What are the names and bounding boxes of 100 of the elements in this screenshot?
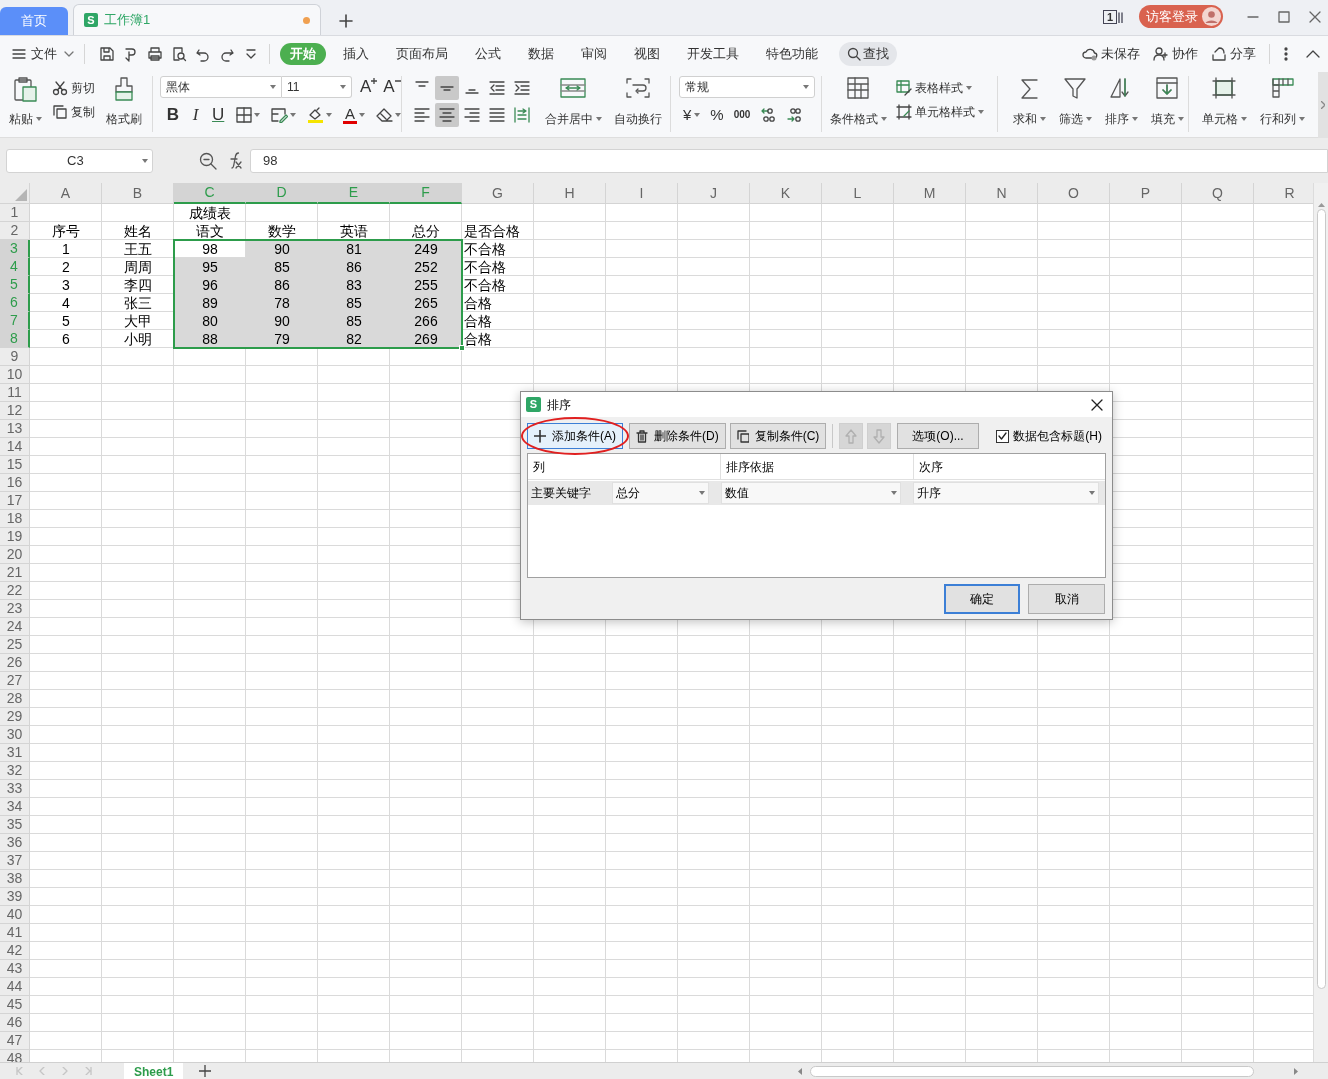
checkbox[interactable] (996, 429, 1010, 443)
dropdown-field[interactable]: 升序 (913, 482, 1099, 504)
cell-style-button[interactable]: 单元格样式 (896, 100, 984, 124)
row-header[interactable]: 2 (0, 222, 30, 240)
dropdown-field[interactable]: 总分 (612, 482, 709, 504)
more-options-icon[interactable] (1284, 47, 1288, 61)
column-header[interactable]: R (1254, 183, 1313, 204)
column-header[interactable]: L (822, 183, 894, 204)
row-header[interactable]: 25 (0, 636, 30, 654)
ribbon-tab[interactable]: 开始 (280, 43, 326, 65)
increase-font-button[interactable]: A (360, 78, 378, 96)
eraser-icon[interactable] (376, 107, 393, 123)
print-preview-icon[interactable] (171, 46, 187, 62)
row-header[interactable]: 16 (0, 474, 30, 492)
row-header[interactable]: 37 (0, 852, 30, 870)
cancel-button[interactable]: 取消 (1028, 584, 1105, 614)
row-header[interactable]: 10 (0, 366, 30, 384)
close-icon[interactable] (1091, 398, 1103, 411)
table-style-button[interactable]: 表格样式 (896, 76, 984, 100)
row-header[interactable]: 12 (0, 402, 30, 420)
dialog-tool-button[interactable]: 添加条件(A) (527, 423, 623, 449)
column-header[interactable]: B (102, 183, 174, 204)
decrease-font-button[interactable]: A (383, 78, 401, 96)
save-icon[interactable] (99, 46, 115, 62)
cells-button[interactable]: 单元格 (1201, 76, 1247, 128)
row-header[interactable]: 42 (0, 942, 30, 960)
horizontal-align-icon[interactable] (435, 103, 459, 127)
row-header[interactable]: 35 (0, 816, 30, 834)
conditional-format-button[interactable]: 条件格式 (830, 76, 886, 128)
dialog-tool-button[interactable]: 删除条件(D) (629, 423, 726, 449)
row-header[interactable]: 9 (0, 348, 30, 366)
row-header[interactable]: 29 (0, 708, 30, 726)
column-header[interactable]: Q (1182, 183, 1254, 204)
row-header[interactable]: 44 (0, 978, 30, 996)
dropdown-field[interactable]: 数值 (721, 482, 901, 504)
ribbon-tab[interactable]: 审阅 (571, 43, 617, 65)
row-header[interactable]: 32 (0, 762, 30, 780)
column-header[interactable]: K (750, 183, 822, 204)
window-count[interactable]: 1 (1102, 9, 1117, 24)
formula-field[interactable]: 98 (250, 149, 1328, 173)
currency-button[interactable]: ¥ (683, 103, 692, 127)
column-header[interactable]: G (462, 183, 534, 204)
font-size-field[interactable]: 11 (282, 76, 352, 98)
row-header[interactable]: 46 (0, 1014, 30, 1032)
sheet-tab[interactable]: Sheet1 (124, 1062, 184, 1079)
editing-button[interactable]: 筛选 (1058, 76, 1092, 128)
print-icon[interactable] (147, 46, 163, 62)
ribbon-tab[interactable]: 开发工具 (677, 43, 749, 65)
cell-style-icon[interactable] (271, 107, 288, 123)
ribbon-tab[interactable]: 特色功能 (756, 43, 828, 65)
zoom-icon[interactable] (199, 152, 217, 170)
maximize-icon[interactable] (1278, 10, 1290, 23)
italic-button[interactable]: I (190, 102, 201, 128)
row-header[interactable]: 33 (0, 780, 30, 798)
decrease-decimal-icon[interactable] (786, 107, 803, 123)
document-tab[interactable]: S 工作簿1 (73, 4, 321, 35)
font-color-button[interactable]: A (343, 106, 357, 124)
number-format-field[interactable]: 常规 (679, 76, 815, 98)
column-header[interactable]: N (966, 183, 1038, 204)
row-header[interactable]: 21 (0, 564, 30, 582)
row-header[interactable]: 34 (0, 798, 30, 816)
ribbon-tab[interactable]: 插入 (333, 43, 379, 65)
editing-button[interactable]: 填充 (1150, 76, 1184, 128)
row-header[interactable]: 14 (0, 438, 30, 456)
login-button[interactable]: 访客登录 (1139, 5, 1223, 28)
row-header[interactable]: 45 (0, 996, 30, 1014)
row-header[interactable]: 11 (0, 384, 30, 402)
vertical-align-icon[interactable] (435, 76, 459, 100)
vertical-scrollbar-thumb[interactable] (1316, 209, 1326, 989)
row-header[interactable]: 17 (0, 492, 30, 510)
editing-button[interactable]: 排序 (1104, 76, 1138, 128)
file-menu[interactable]: 文件 (12, 41, 74, 67)
column-header[interactable]: J (678, 183, 750, 204)
toolbar-action[interactable]: 协作 (1153, 44, 1198, 64)
ribbon-tab[interactable]: 视图 (624, 43, 670, 65)
merge-center-button[interactable]: 合并居中 (544, 76, 602, 128)
fill-handle[interactable] (459, 345, 465, 351)
search-button[interactable]: 查找 (839, 42, 897, 66)
bold-button[interactable]: B (166, 102, 180, 128)
dialog-tool-button[interactable]: 选项(O)... (897, 423, 979, 449)
column-header[interactable]: H (534, 183, 606, 204)
row-header[interactable]: 15 (0, 456, 30, 474)
format-painter-button[interactable]: 格式刷 (105, 76, 143, 128)
column-header[interactable]: P (1110, 183, 1182, 204)
new-tab-icon[interactable] (339, 14, 353, 28)
row-header[interactable]: 23 (0, 600, 30, 618)
add-sheet-icon[interactable] (199, 1065, 212, 1077)
underline-button[interactable]: U (211, 102, 225, 128)
row-header[interactable]: 47 (0, 1032, 30, 1050)
borders-icon[interactable] (236, 107, 252, 123)
percent-button[interactable]: % (710, 103, 724, 127)
row-header[interactable]: 1 (0, 204, 30, 222)
cells-button[interactable]: 行和列 (1259, 76, 1305, 128)
scroll-left-icon[interactable] (798, 1067, 802, 1075)
ok-button[interactable]: 确定 (944, 584, 1020, 614)
ribbon-tab[interactable]: 数据 (518, 43, 564, 65)
row-header[interactable]: 22 (0, 582, 30, 600)
scroll-up-icon[interactable] (1317, 203, 1325, 207)
column-header[interactable]: A (30, 183, 102, 204)
column-header[interactable]: I (606, 183, 678, 204)
